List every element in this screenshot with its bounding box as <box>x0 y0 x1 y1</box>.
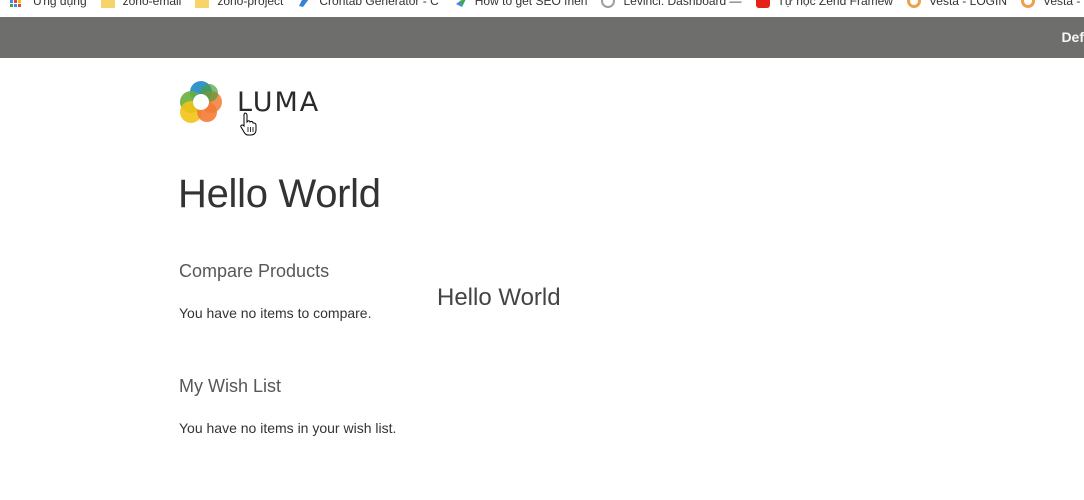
page-title: Hello World <box>178 172 381 216</box>
bookmark-vesta-b[interactable]: Vesta - B <box>1020 0 1084 10</box>
bookmark-crontab[interactable]: Crontab Generator - C <box>297 0 439 10</box>
bookmark-label: How to get SEO frien <box>474 0 588 8</box>
bookmarks-bar: Ứng dụng zoho-email zoho-project Crontab… <box>0 0 1084 10</box>
luma-logo-icon <box>180 81 222 123</box>
compare-products-title: Compare Products <box>179 261 330 281</box>
bookmark-seo[interactable]: How to get SEO frien <box>453 0 588 10</box>
folder-icon <box>195 0 210 8</box>
bookmark-label: Vesta - B <box>1042 0 1084 8</box>
bookmark-apps[interactable]: Ứng dụng <box>10 0 87 10</box>
bookmark-label: Levinci: Dashboard — <box>623 0 742 8</box>
seo-icon <box>455 0 466 7</box>
wishlist-empty-message: You have no items in your wish list. <box>179 420 397 436</box>
wishlist-title: My Wish List <box>179 376 282 396</box>
bookmark-vesta-login[interactable]: Vesta - LOGIN <box>906 0 1007 10</box>
bookmark-levinci[interactable]: Levinci: Dashboard — <box>601 0 742 10</box>
bookmark-zoho-project[interactable]: zoho-project <box>195 0 283 10</box>
bookmark-label: Vesta - LOGIN <box>928 0 1007 8</box>
bookmark-label: zoho-project <box>217 0 284 8</box>
panel-header: Def <box>0 17 1084 58</box>
bookmark-zend[interactable]: Tự học Zend Framew <box>755 0 893 10</box>
vesta-icon <box>1020 0 1035 8</box>
bookmark-label: Crontab Generator - C <box>319 0 439 8</box>
vesta-icon <box>906 0 921 8</box>
apps-grid-icon <box>10 0 21 7</box>
youtube-icon <box>755 0 770 8</box>
crontab-icon <box>299 0 309 7</box>
bookmark-label: Tự học Zend Framew <box>777 0 893 8</box>
bookmark-zoho-email[interactable]: zoho-email <box>100 0 182 10</box>
folder-icon <box>100 0 115 8</box>
store-switcher[interactable]: Def <box>1061 29 1084 45</box>
bookmark-label: Ứng dụng <box>33 0 87 8</box>
main-content-text: Hello World <box>437 284 561 311</box>
compare-empty-message: You have no items to compare. <box>179 305 372 321</box>
bookmark-label: zoho-email <box>122 0 182 8</box>
hand-cursor-icon <box>240 112 257 136</box>
levinci-icon <box>601 0 616 8</box>
